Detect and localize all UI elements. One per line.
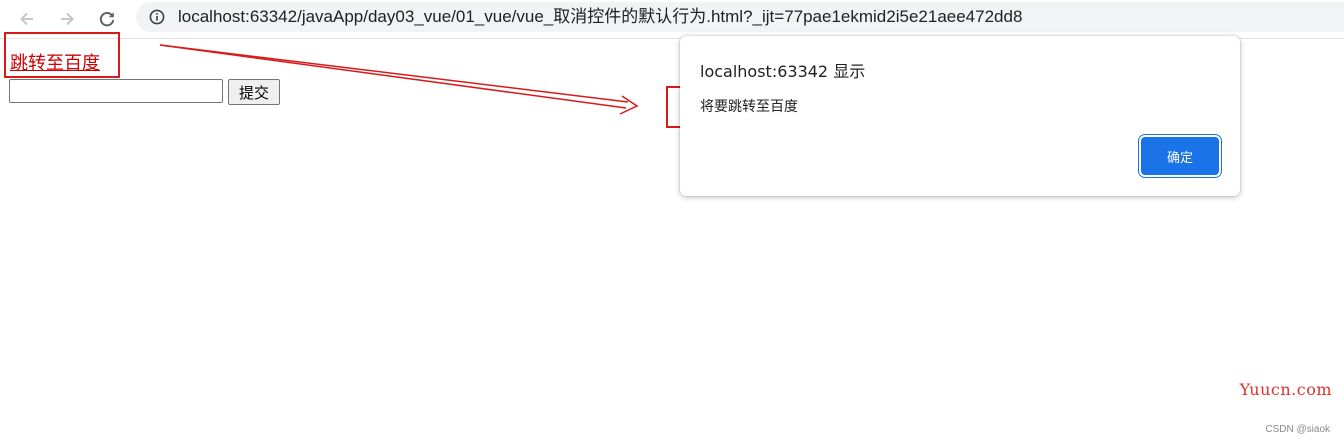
watermark: Yuucn.com [1239, 380, 1332, 399]
alert-dialog: localhost:63342 显示 将要跳转至百度 确定 [680, 36, 1240, 196]
ok-button[interactable]: 确定 [1141, 137, 1219, 175]
dialog-message: 将要跳转至百度 [700, 99, 798, 115]
dialog-title: localhost:63342 显示 [700, 62, 866, 81]
credit-text: CSDN @siaok [1265, 424, 1330, 435]
